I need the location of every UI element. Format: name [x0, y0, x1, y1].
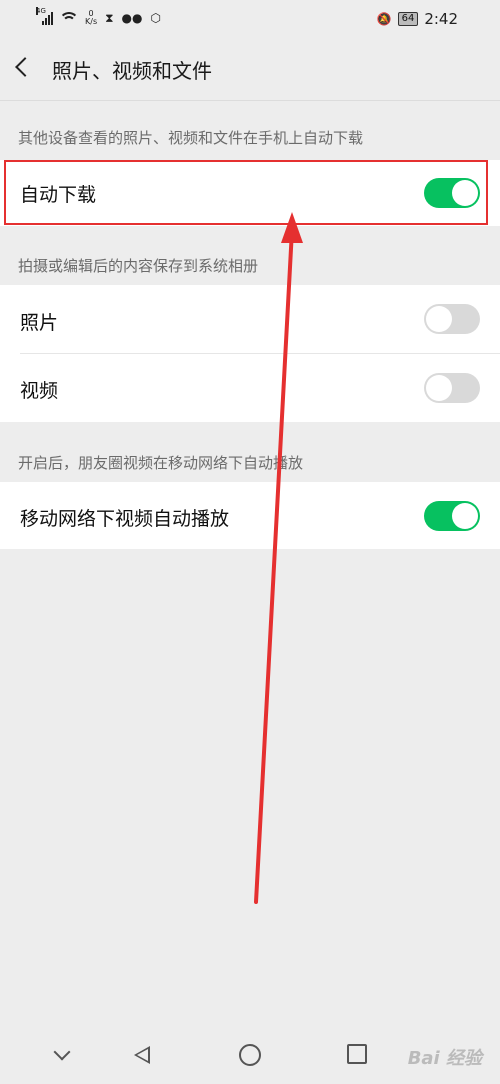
system-nav-bar: Bai 经验 — [0, 1034, 500, 1084]
nav-recents-icon[interactable] — [347, 1044, 367, 1064]
baidu-jingyan-watermark: Bai 经验 — [407, 1048, 482, 1069]
annotation-arrow — [254, 212, 303, 904]
nav-back-icon[interactable] — [134, 1046, 150, 1064]
hide-nav-chevron-icon[interactable] — [53, 1043, 71, 1061]
nav-home-icon[interactable] — [239, 1044, 261, 1066]
